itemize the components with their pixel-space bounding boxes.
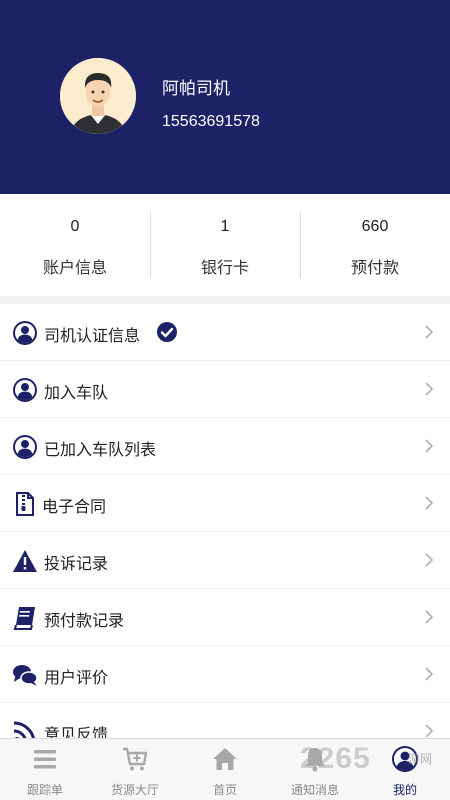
nav-mine[interactable]: 我的 xyxy=(360,739,450,800)
user-icon xyxy=(392,746,418,772)
verified-check-icon xyxy=(157,322,177,342)
stats-row: 0 账户信息 1 银行卡 660 预付款 xyxy=(0,194,450,296)
chevron-right-icon xyxy=(425,610,434,624)
nav-label: 我的 xyxy=(392,783,417,797)
menu-item-label: 意见反馈 xyxy=(44,725,109,738)
stat-account-info[interactable]: 0 账户信息 xyxy=(0,194,150,296)
menu-item-label: 加入车队 xyxy=(44,383,109,402)
menu-item-label: 预付款记录 xyxy=(44,611,125,630)
user-circle-icon xyxy=(13,321,37,345)
menu-list: 司机认证信息 加入车队 已加入车队列表 电子合同 投诉记录 预付款记录 用户评价… xyxy=(0,304,450,738)
menu-item-driver-certification[interactable]: 司机认证信息 xyxy=(0,304,450,361)
person-avatar-icon xyxy=(60,58,136,134)
menu-item-complaints[interactable]: 投诉记录 xyxy=(0,532,450,589)
section-divider xyxy=(0,296,450,304)
profile-header: 阿帕司机 15563691578 xyxy=(0,0,450,194)
chevron-right-icon xyxy=(425,496,434,510)
nav-label: 通知消息 xyxy=(290,783,339,797)
stat-label: 银行卡 xyxy=(200,258,249,277)
stat-prepayment[interactable]: 660 预付款 xyxy=(300,194,450,296)
user-circle-icon xyxy=(13,378,37,402)
menu-item-e-contract[interactable]: 电子合同 xyxy=(0,475,450,532)
nav-label: 首页 xyxy=(212,783,237,797)
menu-item-user-reviews[interactable]: 用户评价 xyxy=(0,646,450,703)
menu-item-label: 电子合同 xyxy=(42,497,107,516)
stat-label: 预付款 xyxy=(350,258,399,277)
chevron-right-icon xyxy=(425,382,434,396)
cart-plus-icon xyxy=(123,747,148,771)
stat-value: 1 xyxy=(220,218,230,235)
chevron-right-icon xyxy=(425,667,434,681)
book-icon xyxy=(13,607,35,630)
bottom-nav: 跟踪单 货源大厅 首页 通知消息 我的 xyxy=(0,738,450,800)
home-icon xyxy=(213,748,237,770)
chevron-right-icon xyxy=(425,325,434,339)
menu-item-label: 已加入车队列表 xyxy=(44,440,157,459)
warning-icon xyxy=(13,550,37,572)
zip-document-icon xyxy=(16,492,34,516)
nav-label: 跟踪单 xyxy=(26,783,63,797)
chevron-right-icon xyxy=(425,439,434,453)
stat-bank-card[interactable]: 1 银行卡 xyxy=(150,194,300,296)
user-circle-icon xyxy=(13,435,37,459)
stat-label: 账户信息 xyxy=(42,258,107,277)
menu-item-joined-fleets[interactable]: 已加入车队列表 xyxy=(0,418,450,475)
nav-cargo-hall[interactable]: 货源大厅 xyxy=(90,739,180,800)
nav-label: 货源大厅 xyxy=(110,783,159,797)
avatar[interactable] xyxy=(60,58,136,134)
chevron-right-icon xyxy=(425,553,434,567)
stat-value: 660 xyxy=(361,218,389,235)
menu-item-label: 司机认证信息 xyxy=(44,326,141,345)
rss-icon xyxy=(13,721,35,738)
nav-notifications[interactable]: 通知消息 xyxy=(270,739,360,800)
user-phone: 15563691578 xyxy=(162,113,260,130)
chevron-right-icon xyxy=(425,724,434,738)
user-name: 阿帕司机 xyxy=(162,79,230,99)
menu-item-prepayment-records[interactable]: 预付款记录 xyxy=(0,589,450,646)
menu-item-label: 用户评价 xyxy=(44,668,109,687)
menu-item-join-fleet[interactable]: 加入车队 xyxy=(0,361,450,418)
menu-item-feedback[interactable]: 意见反馈 xyxy=(0,703,450,738)
bell-icon xyxy=(305,748,325,772)
chat-bubbles-icon xyxy=(13,665,38,686)
nav-tracking[interactable]: 跟踪单 xyxy=(0,739,90,800)
menu-item-label: 投诉记录 xyxy=(44,554,109,573)
nav-home[interactable]: 首页 xyxy=(180,739,270,800)
stat-value: 0 xyxy=(70,218,80,235)
list-icon xyxy=(34,750,56,769)
